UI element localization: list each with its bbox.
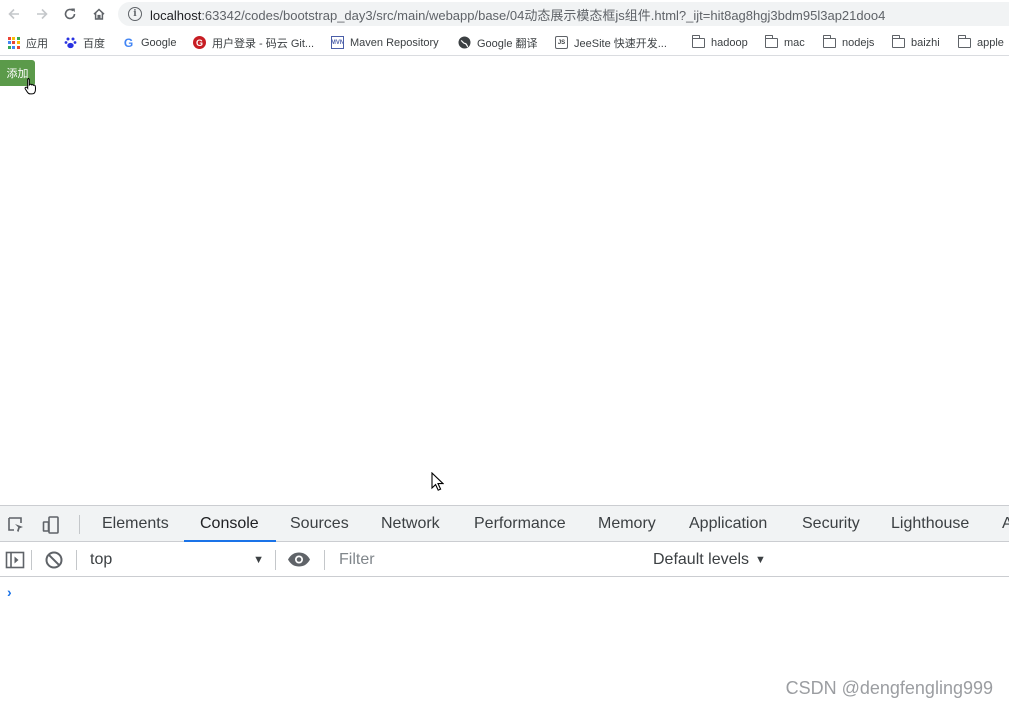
clear-console-icon[interactable] — [44, 550, 64, 570]
separator — [76, 550, 77, 570]
bookmark-jeesite[interactable]: JS JeeSite 快速开发... — [555, 34, 667, 51]
bookmark-google[interactable]: G Google — [122, 34, 177, 51]
folder-icon — [957, 34, 971, 49]
separator — [275, 550, 276, 570]
address-bar[interactable]: i localhost:63342/codes/bootstrap_day3/s… — [118, 2, 1009, 26]
gitee-icon: G — [193, 36, 206, 49]
js-icon: JS — [555, 36, 568, 49]
arrow-right-icon — [37, 8, 48, 20]
bookmark-apps[interactable]: 应用 — [7, 34, 48, 51]
separator — [324, 550, 325, 570]
sidebar-toggle-icon[interactable] — [5, 550, 25, 570]
tab-sources[interactable]: Sources — [290, 506, 349, 542]
hand-cursor-icon — [24, 78, 36, 95]
folder-icon — [764, 34, 778, 49]
tab-lighthouse[interactable]: Lighthouse — [891, 506, 969, 542]
arrow-cursor-icon — [431, 472, 444, 491]
page-content: 添加 — [0, 57, 1009, 505]
bookmarks-bar: 应用 百度 G Google G 用户登录 - 码云 Git... MVN Ma… — [0, 29, 1009, 56]
log-levels-dropdown[interactable]: Default levels ▼ — [653, 549, 766, 570]
inspect-element-icon[interactable] — [6, 515, 26, 535]
bookmark-google-translate[interactable]: Google 翻译 — [458, 34, 538, 51]
apps-grid-icon — [7, 36, 20, 49]
console-toolbar: top ▼ Default levels ▼ — [0, 542, 1009, 577]
devtools-panel: Elements Console Sources Network Perform… — [0, 505, 1009, 709]
bookmark-folder-baizhi[interactable]: baizhi — [891, 34, 940, 51]
separator — [79, 515, 80, 534]
tab-console[interactable]: Console — [200, 506, 259, 542]
tab-memory[interactable]: Memory — [598, 506, 656, 542]
caret-down-icon: ▼ — [253, 553, 264, 566]
folder-icon — [691, 34, 705, 49]
devtools-tab-bar: Elements Console Sources Network Perform… — [0, 505, 1009, 542]
reload-icon — [64, 8, 76, 20]
reload-button[interactable] — [60, 4, 80, 24]
separator — [31, 550, 32, 570]
tab-application[interactable]: Application — [689, 506, 767, 542]
bookmark-baidu[interactable]: 百度 — [64, 34, 105, 51]
bookmark-folder-hadoop[interactable]: hadoop — [691, 34, 748, 51]
device-toolbar-icon[interactable] — [41, 515, 61, 535]
bookmark-folder-apple[interactable]: apple — [957, 34, 1004, 51]
tab-performance[interactable]: Performance — [474, 506, 566, 542]
bookmark-gitee[interactable]: G 用户登录 - 码云 Git... — [193, 34, 314, 51]
eye-icon[interactable] — [287, 551, 311, 568]
tab-overflow[interactable]: A — [1002, 506, 1009, 542]
context-selector[interactable]: top ▼ — [90, 549, 270, 570]
globe-icon — [458, 36, 471, 49]
filter-input[interactable] — [330, 547, 640, 572]
context-value: top — [90, 550, 113, 568]
bookmark-folder-mac[interactable]: mac — [764, 34, 805, 51]
tab-network[interactable]: Network — [381, 506, 440, 542]
console-prompt-icon: › — [7, 584, 12, 600]
tab-security[interactable]: Security — [802, 506, 860, 542]
log-levels-label: Default levels — [653, 550, 750, 568]
baidu-paw-icon — [64, 36, 77, 49]
back-button[interactable] — [4, 4, 24, 24]
tab-elements[interactable]: Elements — [102, 506, 169, 542]
caret-down-icon: ▼ — [755, 553, 766, 566]
folder-icon — [822, 34, 836, 49]
info-icon[interactable]: i — [128, 7, 142, 21]
home-icon — [93, 8, 105, 20]
bookmark-folder-nodejs[interactable]: nodejs — [822, 34, 874, 51]
watermark: CSDN @dengfengling999 — [785, 678, 993, 698]
folder-icon — [891, 34, 905, 49]
bookmark-maven[interactable]: MVN Maven Repository — [331, 34, 439, 51]
arrow-left-icon — [8, 8, 19, 20]
browser-toolbar: i localhost:63342/codes/bootstrap_day3/s… — [0, 0, 1009, 28]
home-button[interactable] — [89, 4, 109, 24]
mvn-icon: MVN — [331, 36, 344, 49]
url-text: localhost:63342/codes/bootstrap_day3/src… — [150, 7, 886, 23]
forward-button[interactable] — [32, 4, 52, 24]
google-g-icon: G — [123, 35, 134, 50]
